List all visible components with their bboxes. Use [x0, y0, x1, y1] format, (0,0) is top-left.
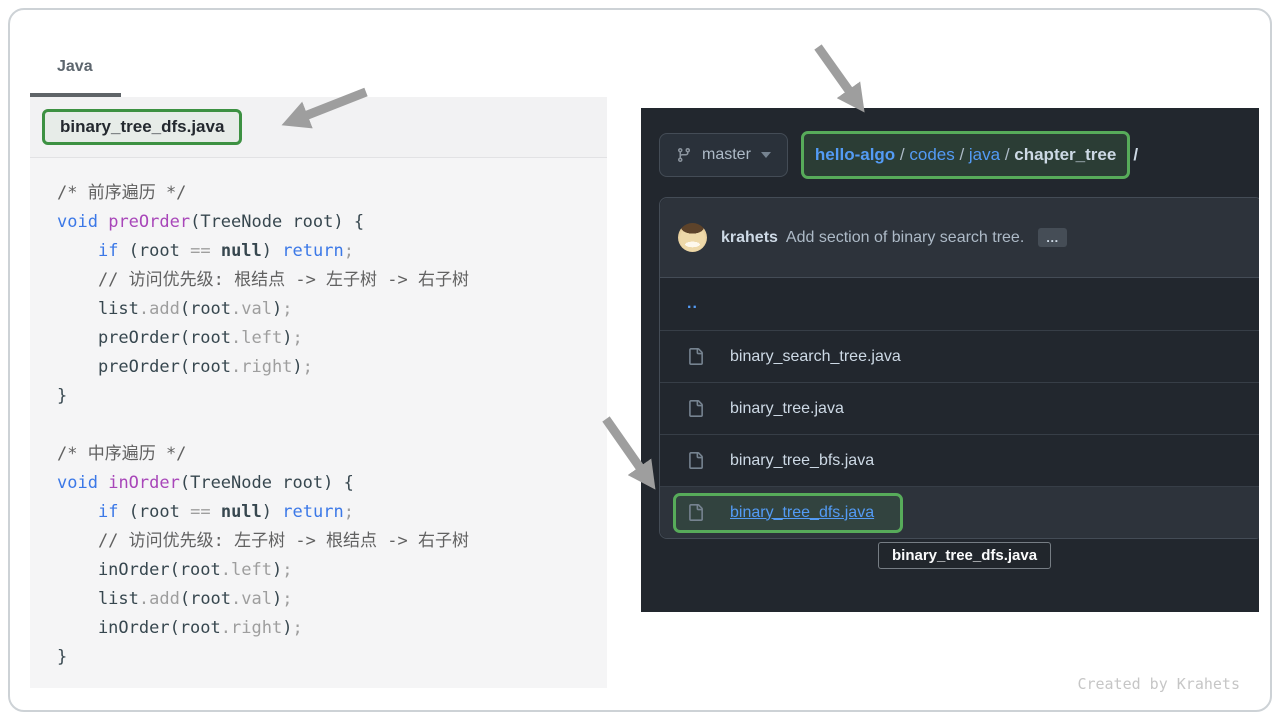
code-block: /* 前序遍历 */void preOrder(TreeNode root) {… [30, 158, 607, 672]
file-icon [687, 452, 704, 469]
breadcrumb: hello-algo / codes / java / chapter_tree [815, 145, 1116, 165]
breadcrumb-item-java[interactable]: java [969, 145, 1000, 165]
file-row-binary_tree.java[interactable]: binary_tree.java [660, 382, 1259, 434]
code-title-bar: binary_tree_dfs.java [30, 97, 607, 158]
code-line: void inOrder(TreeNode root) { [57, 469, 607, 498]
breadcrumb-item-codes[interactable]: codes [909, 145, 954, 165]
filename-highlight-box: binary_tree_dfs.java [42, 109, 242, 145]
code-line: /* 前序遍历 */ [57, 179, 607, 208]
parent-dir-link[interactable]: .. [687, 295, 698, 313]
code-line: inOrder(root.right); [57, 614, 607, 643]
breadcrumb-trailing-slash: / [1133, 145, 1138, 165]
file-name: binary_tree_bfs.java [730, 452, 874, 470]
code-line: list.add(root.val); [57, 295, 607, 324]
code-line [57, 411, 607, 440]
code-line: void preOrder(TreeNode root) { [57, 208, 607, 237]
breadcrumb-item-chapter_tree: chapter_tree [1014, 145, 1116, 165]
code-line: list.add(root.val); [57, 585, 607, 614]
file-name: binary_search_tree.java [730, 348, 901, 366]
code-line: } [57, 643, 607, 672]
git-branch-icon [676, 147, 692, 163]
file-browser-box: krahets Add section of binary search tre… [659, 197, 1259, 539]
commit-ellipsis-button[interactable]: … [1038, 228, 1067, 247]
latest-commit-bar: krahets Add section of binary search tre… [660, 198, 1259, 278]
file-name: binary_tree.java [730, 400, 844, 418]
branch-name: master [702, 146, 751, 164]
code-line: inOrder(root.left); [57, 556, 607, 585]
file-row-highlight-box: binary_tree_dfs.java [673, 493, 903, 533]
file-row-binary_tree_bfs.java[interactable]: binary_tree_bfs.java [660, 434, 1259, 486]
breadcrumb-separator: / [955, 145, 969, 165]
code-line: if (root == null) return; [57, 237, 607, 266]
breadcrumb-separator: / [1000, 145, 1014, 165]
file-row-binary_tree_dfs.java[interactable]: binary_tree_dfs.java [660, 486, 1259, 538]
github-panel: master hello-algo / codes / java / chapt… [641, 108, 1259, 612]
commit-message-link[interactable]: Add section of binary search tree. [786, 229, 1024, 247]
file-icon [687, 504, 704, 521]
breadcrumb-item-hello-algo[interactable]: hello-algo [815, 145, 895, 165]
code-line: preOrder(root.left); [57, 324, 607, 353]
breadcrumb-separator: / [895, 145, 909, 165]
avatar[interactable] [678, 223, 707, 252]
file-icon [687, 400, 704, 417]
branch-selector-button[interactable]: master [659, 133, 788, 177]
file-icon [687, 348, 704, 365]
file-list: .. binary_search_tree.java binary_tree.jav… [660, 278, 1259, 538]
page: Java binary_tree_dfs.java /* 前序遍历 */void… [0, 0, 1280, 720]
code-card: binary_tree_dfs.java /* 前序遍历 */void preO… [30, 97, 607, 688]
tab-java[interactable]: Java [57, 58, 93, 76]
chevron-down-icon [761, 152, 771, 158]
code-line: /* 中序遍历 */ [57, 440, 607, 469]
branch-row: master hello-algo / codes / java / chapt… [659, 131, 1138, 179]
commit-author-link[interactable]: krahets [721, 229, 778, 247]
watermark-credit: Created by Krahets [1077, 675, 1240, 693]
file-link-hovered[interactable]: binary_tree_dfs.java [730, 504, 874, 522]
code-line: } [57, 382, 607, 411]
code-filename: binary_tree_dfs.java [60, 117, 224, 137]
code-line: // 访问优先级: 根结点 -> 左子树 -> 右子树 [57, 266, 607, 295]
file-row-binary_search_tree.java[interactable]: binary_search_tree.java [660, 330, 1259, 382]
breadcrumb-highlight-box: hello-algo / codes / java / chapter_tree [801, 131, 1130, 179]
code-line: // 访问优先级: 左子树 -> 根结点 -> 右子树 [57, 527, 607, 556]
filename-tooltip: binary_tree_dfs.java [878, 542, 1051, 569]
code-line: if (root == null) return; [57, 498, 607, 527]
file-row-parent-dir[interactable]: .. [660, 278, 1259, 330]
code-line: preOrder(root.right); [57, 353, 607, 382]
